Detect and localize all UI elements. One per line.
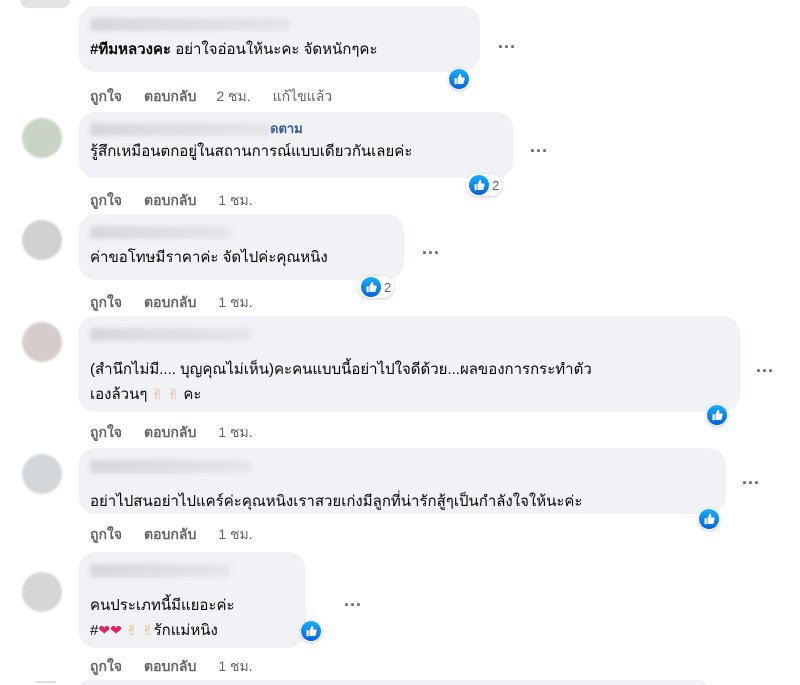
avatar[interactable] xyxy=(22,220,62,260)
timestamp[interactable]: 2 ชม. xyxy=(216,86,250,108)
comment-bubble: (สำนึกไม่มี.... บุญคุณไม่เห็น)คะคนแบบนี้… xyxy=(78,316,740,412)
reply-button[interactable]: ตอบกลับ xyxy=(144,190,196,212)
timestamp[interactable]: 1 ชม. xyxy=(218,656,252,678)
hashtag-link[interactable]: #ทีมหลวงคะ xyxy=(90,41,171,58)
like-button[interactable]: ถูกใจ xyxy=(90,190,122,212)
more-options-icon[interactable]: ... xyxy=(742,468,760,489)
author-name-blurred[interactable] xyxy=(90,560,294,580)
author-name-blurred[interactable] xyxy=(90,324,728,344)
edited-label[interactable]: แก้ไขแล้ว xyxy=(273,86,333,108)
comment-text: #ทีมหลวงคะ อย่าใจอ่อนให้นะคะ จัดหนักๆคะ xyxy=(90,41,378,58)
more-options-icon[interactable]: ... xyxy=(344,590,362,611)
like-button[interactable]: ถูกใจ xyxy=(90,656,122,678)
like-icon xyxy=(699,509,719,529)
author-name-blurred[interactable] xyxy=(90,14,468,36)
comment-actions: ถูกใจ ตอบกลับ 2 ชม. แก้ไขแล้ว xyxy=(90,86,332,108)
comment-text: คนประเภทนี้มีแยอะค่ะ #❤❤ ✌ ✌รักแม่หนิง xyxy=(90,594,294,643)
avatar[interactable] xyxy=(22,118,62,158)
more-options-icon[interactable]: ... xyxy=(498,32,516,53)
victory-hand-emoji: ✌ xyxy=(167,386,180,402)
like-icon xyxy=(449,69,469,89)
reply-button[interactable]: ตอบกลับ xyxy=(144,292,196,314)
more-options-icon[interactable]: ... xyxy=(756,356,774,377)
timestamp[interactable]: 1 ชม. xyxy=(218,524,252,546)
reaction-badge[interactable] xyxy=(698,508,720,530)
divider xyxy=(36,681,56,683)
comment-text: (สำนึกไม่มี.... บุญคุณไม่เห็น)คะคนแบบนี้… xyxy=(90,358,728,407)
comment-actions: ถูกใจ ตอบกลับ 1 ชม. xyxy=(90,292,253,314)
author-name[interactable]: ดตาม xyxy=(90,120,502,138)
reaction-badge[interactable] xyxy=(448,68,470,90)
comment-actions: ถูกใจ ตอบกลับ 1 ชม. xyxy=(90,422,253,444)
reply-button[interactable]: ตอบกลับ xyxy=(144,86,196,108)
heart-emoji: ❤ xyxy=(98,622,111,638)
comment-actions: ถูกใจ ตอบกลับ 1 ชม. xyxy=(90,190,253,212)
comment-text: รู้สึกเหมือนตกอยู่ในสถานการณ์แบบเดียวกัน… xyxy=(90,143,413,160)
like-icon xyxy=(469,175,489,195)
reaction-count: 2 xyxy=(384,279,392,295)
reply-button[interactable]: ตอบกลับ xyxy=(144,524,196,546)
next-comment-bubble-edge xyxy=(78,680,708,685)
comment-bubble: #ทีมหลวงคะ อย่าใจอ่อนให้นะคะ จัดหนักๆคะ xyxy=(78,6,480,72)
comment-bubble: ค่าขอโทษมีราคาค่ะ จัดไปค่ะคุณหนิง xyxy=(78,214,404,280)
timestamp[interactable]: 1 ชม. xyxy=(218,190,252,212)
like-button[interactable]: ถูกใจ xyxy=(90,292,122,314)
victory-hand-emoji: ✌ xyxy=(151,386,164,402)
heart-emoji: ❤ xyxy=(110,622,122,638)
timestamp[interactable]: 1 ชม. xyxy=(218,422,252,444)
reply-button[interactable]: ตอบกลับ xyxy=(144,656,196,678)
avatar[interactable] xyxy=(22,572,62,612)
like-icon xyxy=(361,277,381,297)
more-options-icon[interactable]: ... xyxy=(530,136,548,157)
victory-hand-emoji: ✌ xyxy=(141,622,154,638)
reaction-badge[interactable] xyxy=(300,620,322,642)
reply-button[interactable]: ตอบกลับ xyxy=(144,422,196,444)
comment-actions: ถูกใจ ตอบกลับ 1 ชม. xyxy=(90,524,253,546)
author-name-blurred[interactable] xyxy=(90,222,392,242)
more-options-icon[interactable]: ... xyxy=(422,238,440,259)
like-button[interactable]: ถูกใจ xyxy=(90,422,122,444)
comment-text: อย่าไปสนอย่าไปแคร์ค่ะคุณหนิงเราสวยเก่งมี… xyxy=(90,493,583,510)
like-icon xyxy=(301,621,321,641)
comment-bubble: ดตาม รู้สึกเหมือนตกอยู่ในสถานการณ์แบบเดี… xyxy=(78,112,514,178)
timestamp[interactable]: 1 ชม. xyxy=(218,292,252,314)
comment-bubble: คนประเภทนี้มีแยอะค่ะ #❤❤ ✌ ✌รักแม่หนิง xyxy=(78,552,306,648)
reaction-badge[interactable]: 2 xyxy=(358,276,395,298)
victory-hand-emoji: ✌ xyxy=(125,622,138,638)
comment-actions: ถูกใจ ตอบกลับ 1 ชม. xyxy=(90,656,253,678)
author-name-blurred[interactable] xyxy=(90,456,714,476)
comment-bubble: อย่าไปสนอย่าไปแคร์ค่ะคุณหนิงเราสวยเก่งมี… xyxy=(78,448,726,514)
reaction-badge[interactable] xyxy=(706,404,728,426)
comment-text: ค่าขอโทษมีราคาค่ะ จัดไปค่ะคุณหนิง xyxy=(90,249,328,266)
avatar[interactable] xyxy=(22,454,62,494)
like-button[interactable]: ถูกใจ xyxy=(90,524,122,546)
reaction-count: 2 xyxy=(492,177,500,193)
like-button[interactable]: ถูกใจ xyxy=(90,86,122,108)
like-icon xyxy=(707,405,727,425)
avatar[interactable] xyxy=(22,322,62,362)
previous-comment-avatar-edge xyxy=(20,0,70,8)
reaction-badge[interactable]: 2 xyxy=(466,174,503,196)
